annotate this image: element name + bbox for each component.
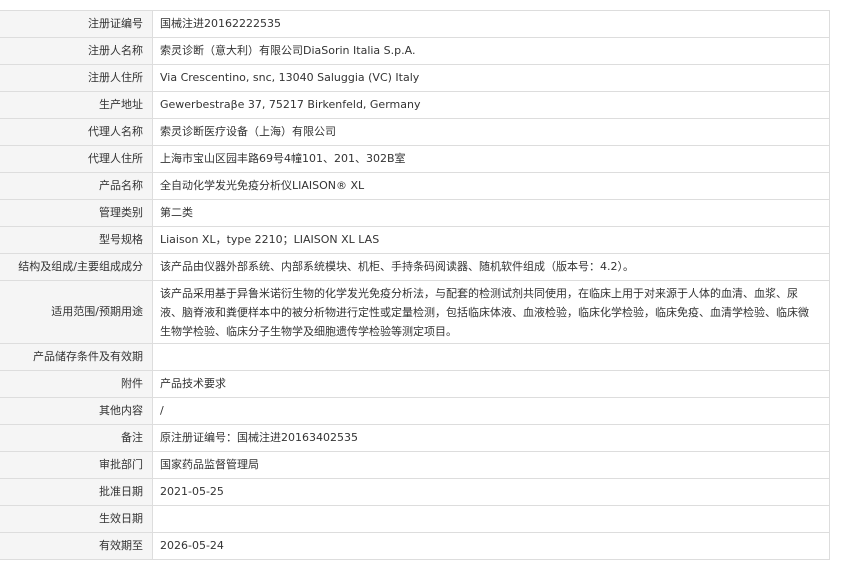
row-value: 上海市宝山区园丰路69号4幢101、201、302B室 (152, 145, 830, 173)
row-production-address: 生产地址 Gewerbestraβe 37, 75217 Birkenfeld,… (0, 91, 830, 119)
row-label: 批准日期 (0, 478, 153, 506)
row-label: 型号规格 (0, 226, 153, 254)
row-value: 国家药品监督管理局 (152, 451, 830, 479)
row-value (152, 505, 830, 533)
row-value: Gewerbestraβe 37, 75217 Birkenfeld, Germ… (152, 91, 830, 119)
row-attachment: 附件 产品技术要求 (0, 370, 830, 398)
row-label: 管理类别 (0, 199, 153, 227)
row-label: 附件 (0, 370, 153, 398)
row-value: 产品技术要求 (152, 370, 830, 398)
row-value: 国械注进20162222535 (152, 10, 830, 38)
row-value: 2026-05-24 (152, 532, 830, 560)
row-value: 该产品由仪器外部系统、内部系统模块、机柜、手持条码阅读器、随机软件组成（版本号：… (152, 253, 830, 281)
row-label: 有效期至 (0, 532, 153, 560)
row-label: 审批部门 (0, 451, 153, 479)
row-value (152, 343, 830, 371)
row-label: 产品储存条件及有效期 (0, 343, 153, 371)
row-registrant-name: 注册人名称 索灵诊断（意大利）有限公司DiaSorin Italia S.p.A… (0, 37, 830, 65)
row-value: 第二类 (152, 199, 830, 227)
row-management-category: 管理类别 第二类 (0, 199, 830, 227)
row-storage-conditions: 产品储存条件及有效期 (0, 343, 830, 371)
row-value: Liaison XL，type 2210；LIAISON XL LAS (152, 226, 830, 254)
row-value: Via Crescentino, snc, 13040 Saluggia (VC… (152, 64, 830, 92)
row-label: 结构及组成/主要组成成分 (0, 253, 153, 281)
row-value: 全自动化学发光免疫分析仪LIAISON® XL (152, 172, 830, 200)
row-label: 代理人住所 (0, 145, 153, 173)
row-registrant-address: 注册人住所 Via Crescentino, snc, 13040 Salugg… (0, 64, 830, 92)
row-agent-name: 代理人名称 索灵诊断医疗设备（上海）有限公司 (0, 118, 830, 146)
row-label: 注册证编号 (0, 10, 153, 38)
row-label: 注册人名称 (0, 37, 153, 65)
row-label: 代理人名称 (0, 118, 153, 146)
row-label: 其他内容 (0, 397, 153, 425)
row-value: 该产品采用基于异鲁米诺衍生物的化学发光免疫分析法，与配套的检测试剂共同使用，在临… (152, 280, 830, 344)
row-label: 生产地址 (0, 91, 153, 119)
row-value: / (152, 397, 830, 425)
row-expiry-date: 有效期至 2026-05-24 (0, 532, 830, 560)
row-agent-address: 代理人住所 上海市宝山区园丰路69号4幢101、201、302B室 (0, 145, 830, 173)
row-label: 备注 (0, 424, 153, 452)
row-value: 索灵诊断（意大利）有限公司DiaSorin Italia S.p.A. (152, 37, 830, 65)
row-label: 生效日期 (0, 505, 153, 533)
row-value: 原注册证编号：国械注进20163402535 (152, 424, 830, 452)
row-remarks: 备注 原注册证编号：国械注进20163402535 (0, 424, 830, 452)
registration-detail-table-wrapper: 注册证编号 国械注进20162222535 注册人名称 索灵诊断（意大利）有限公… (0, 10, 830, 560)
row-other-content: 其他内容 / (0, 397, 830, 425)
row-product-name: 产品名称 全自动化学发光免疫分析仪LIAISON® XL (0, 172, 830, 200)
row-value: 索灵诊断医疗设备（上海）有限公司 (152, 118, 830, 146)
row-approval-date: 批准日期 2021-05-25 (0, 478, 830, 506)
registration-detail-table: 注册证编号 国械注进20162222535 注册人名称 索灵诊断（意大利）有限公… (0, 10, 830, 560)
row-intended-use: 适用范围/预期用途 该产品采用基于异鲁米诺衍生物的化学发光免疫分析法，与配套的检… (0, 280, 830, 344)
row-structure-composition: 结构及组成/主要组成成分 该产品由仪器外部系统、内部系统模块、机柜、手持条码阅读… (0, 253, 830, 281)
row-label: 产品名称 (0, 172, 153, 200)
row-model-spec: 型号规格 Liaison XL，type 2210；LIAISON XL LAS (0, 226, 830, 254)
row-approval-department: 审批部门 国家药品监督管理局 (0, 451, 830, 479)
row-registration-number: 注册证编号 国械注进20162222535 (0, 10, 830, 38)
row-label: 注册人住所 (0, 64, 153, 92)
row-effective-date: 生效日期 (0, 505, 830, 533)
row-label: 适用范围/预期用途 (0, 280, 153, 344)
row-value: 2021-05-25 (152, 478, 830, 506)
